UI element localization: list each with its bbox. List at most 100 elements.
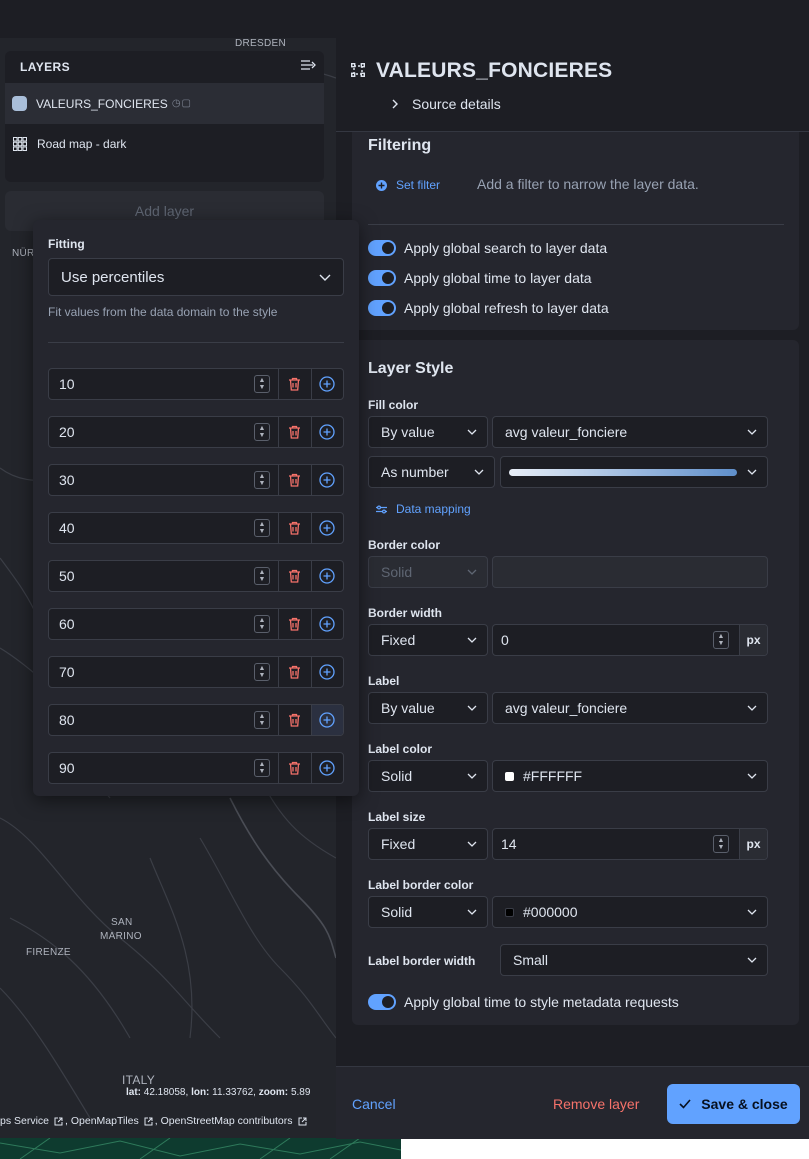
switch[interactable] — [368, 994, 396, 1010]
add-percentile-button[interactable] — [312, 513, 344, 543]
trash-icon — [288, 761, 301, 775]
trash-icon — [288, 473, 301, 487]
percentile-input[interactable]: 60 ▲ ▼ — [49, 609, 279, 639]
label-size-input[interactable]: 14 ▲ ▼ px — [492, 828, 768, 860]
layer-color-swatch — [12, 96, 27, 111]
label-size-mode-select[interactable]: Fixed — [368, 828, 488, 860]
color-ramp-select[interactable] — [500, 456, 768, 488]
label-border-color-mode-select[interactable]: Solid — [368, 896, 488, 928]
percentile-value: 80 — [59, 712, 75, 728]
percentile-value: 60 — [59, 616, 75, 632]
layer-item-valeurs-foncieres[interactable]: VALEURS_FONCIERES ◷ ▢ — [5, 83, 324, 123]
layers-title: LAYERS — [20, 60, 70, 74]
percentile-input[interactable]: 30 ▲ ▼ — [49, 465, 279, 495]
trash-icon — [288, 425, 301, 439]
remove-layer-button[interactable]: Remove layer — [553, 1096, 639, 1112]
add-percentile-button[interactable] — [312, 657, 344, 687]
percentile-input[interactable]: 40 ▲ ▼ — [49, 513, 279, 543]
add-percentile-button[interactable] — [312, 609, 344, 639]
number-stepper[interactable]: ▲ ▼ — [254, 375, 270, 393]
fill-color-format-select[interactable]: As number — [368, 456, 495, 488]
label-mode-select[interactable]: By value — [368, 692, 488, 724]
label-field-select[interactable]: avg valeur_fonciere — [492, 692, 768, 724]
number-stepper[interactable]: ▲ ▼ — [254, 615, 270, 633]
map-label-italy: ITALY — [122, 1073, 156, 1087]
percentile-input[interactable]: 50 ▲ ▼ — [49, 561, 279, 591]
data-mapping-button[interactable]: Data mapping — [376, 502, 471, 516]
percentile-row: 30 ▲ ▼ — [48, 464, 344, 496]
fill-color-mode-select[interactable]: By value — [368, 416, 488, 448]
remove-percentile-button[interactable] — [279, 513, 312, 543]
number-stepper[interactable]: ▲ ▼ — [254, 759, 270, 777]
unit-label: px — [739, 625, 767, 655]
toggle-global-refresh[interactable]: Apply global refresh to layer data — [368, 300, 609, 316]
set-filter-button[interactable]: Set filter — [376, 178, 440, 192]
fitting-select[interactable]: Use percentiles — [48, 258, 344, 296]
switch[interactable] — [368, 270, 396, 286]
switch[interactable] — [368, 300, 396, 316]
remove-percentile-button[interactable] — [279, 657, 312, 687]
map-label-marino: MARINO — [100, 931, 142, 942]
percentile-input[interactable]: 70 ▲ ▼ — [49, 657, 279, 687]
color-hex: #000000 — [523, 904, 578, 920]
remove-percentile-button[interactable] — [279, 609, 312, 639]
number-stepper[interactable]: ▲ ▼ — [254, 663, 270, 681]
toggle-global-time[interactable]: Apply global time to layer data — [368, 270, 592, 286]
fill-color-field-select[interactable]: avg valeur_fonciere — [492, 416, 768, 448]
switch[interactable] — [368, 240, 396, 256]
border-color-input[interactable] — [492, 556, 768, 588]
remove-percentile-button[interactable] — [279, 561, 312, 591]
number-stepper[interactable]: ▲ ▼ — [713, 631, 729, 649]
add-percentile-button[interactable] — [312, 369, 344, 399]
percentile-input[interactable]: 20 ▲ ▼ — [49, 417, 279, 447]
number-stepper[interactable]: ▲ ▼ — [254, 567, 270, 585]
attribution-link-osm[interactable]: , OpenStreetMap contributors — [155, 1115, 293, 1127]
number-stepper[interactable]: ▲ ▼ — [713, 835, 729, 853]
percentile-value: 50 — [59, 568, 75, 584]
save-close-button[interactable]: Save & close — [667, 1084, 800, 1124]
map-label-firenze: FIRENZE — [26, 947, 71, 958]
chevron-down-icon — [747, 957, 757, 963]
fitting-label: Fitting — [48, 237, 85, 251]
border-width-mode-select[interactable]: Fixed — [368, 624, 488, 656]
label-color-mode-select[interactable]: Solid — [368, 760, 488, 792]
add-percentile-button[interactable] — [312, 465, 344, 495]
percentile-input[interactable]: 10 ▲ ▼ — [49, 369, 279, 399]
layer-item-label: VALEURS_FONCIERES — [36, 96, 168, 111]
select-value: By value — [381, 700, 435, 716]
plus-circle-icon — [319, 760, 335, 776]
number-stepper[interactable]: ▲ ▼ — [254, 471, 270, 489]
border-color-mode-select[interactable]: Solid — [368, 556, 488, 588]
add-percentile-button[interactable] — [311, 705, 343, 735]
source-details-toggle[interactable]: Source details — [390, 96, 501, 112]
label-border-width-select[interactable]: Small — [500, 944, 768, 976]
add-percentile-button[interactable] — [312, 561, 344, 591]
label-border-color-picker[interactable]: #000000 — [492, 896, 768, 928]
cancel-button[interactable]: Cancel — [352, 1096, 396, 1112]
toggle-global-search[interactable]: Apply global search to layer data — [368, 240, 607, 256]
layer-item-road-map[interactable]: Road map - dark — [5, 123, 324, 163]
map-label-san: SAN — [111, 917, 133, 928]
external-link-icon — [298, 1117, 307, 1125]
lon-label: lon: — [191, 1087, 210, 1098]
attribution-link-openmaptiles[interactable]: , OpenMapTiles — [65, 1115, 139, 1127]
percentile-input[interactable]: 90 ▲ ▼ — [49, 753, 279, 783]
number-stepper[interactable]: ▲ ▼ — [254, 423, 270, 441]
remove-percentile-button[interactable] — [279, 369, 312, 399]
map-label-dresden: DRESDEN — [235, 38, 286, 49]
remove-percentile-button[interactable] — [279, 705, 312, 735]
percentile-input[interactable]: 80 ▲ ▼ — [49, 705, 279, 735]
collapse-panel-icon[interactable] — [300, 58, 316, 76]
percentile-row: 80 ▲ ▼ — [48, 704, 344, 736]
add-percentile-button[interactable] — [312, 753, 344, 783]
border-width-input[interactable]: 0 ▲ ▼ px — [492, 624, 768, 656]
attribution-link-ems[interactable]: ps Service — [0, 1115, 49, 1127]
label-color-picker[interactable]: #FFFFFF — [492, 760, 768, 792]
remove-percentile-button[interactable] — [279, 417, 312, 447]
remove-percentile-button[interactable] — [279, 753, 312, 783]
remove-percentile-button[interactable] — [279, 465, 312, 495]
number-stepper[interactable]: ▲ ▼ — [254, 519, 270, 537]
number-stepper[interactable]: ▲ ▼ — [254, 711, 270, 729]
toggle-style-metadata-time[interactable]: Apply global time to style metadata requ… — [368, 994, 679, 1010]
add-percentile-button[interactable] — [312, 417, 344, 447]
